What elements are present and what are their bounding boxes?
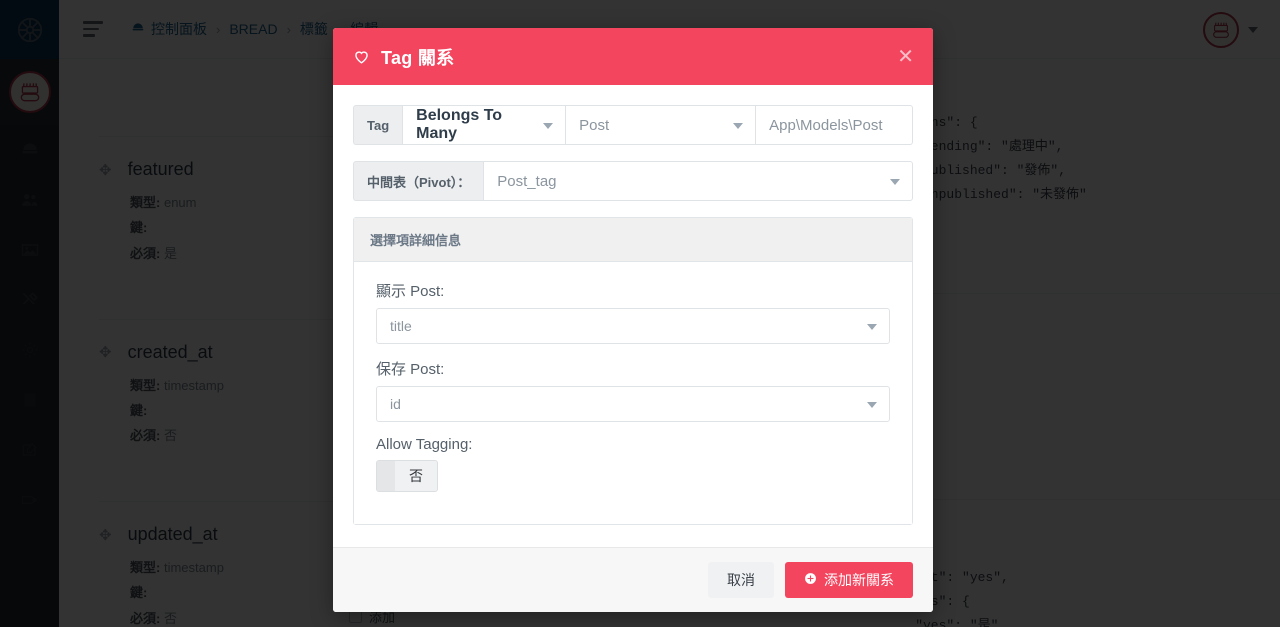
pivot-input-group: 中間表（Pivot）： Post_tag [353,161,913,201]
chevron-down-icon [867,402,877,408]
close-icon[interactable]: ✕ [897,47,914,67]
detail-panel: 選擇項詳細信息 顯示 Post: title 保存 Post: id Allow… [353,217,913,525]
toggle-knob [377,461,395,491]
chevron-down-icon [543,123,554,129]
store-field-value: id [390,396,401,412]
add-relationship-label: 添加新關系 [824,572,894,588]
chevron-down-icon [867,324,877,330]
store-field-label: 保存 Post: [376,361,445,378]
relation-model-value: Post [579,116,610,134]
detail-panel-body: 顯示 Post: title 保存 Post: id Allow Tagging… [354,262,912,524]
detail-panel-title: 選擇項詳細信息 [354,218,912,262]
relation-input-group: Tag Belongs To Many Post App\Models\Post [353,105,913,145]
cancel-button[interactable]: 取消 [708,562,774,598]
relation-class-input[interactable]: App\Models\Post [756,105,913,145]
pivot-table-value: Post_tag [497,172,557,190]
allow-tagging-label: Allow Tagging: [376,436,473,453]
relation-type-select[interactable]: Belongs To Many [402,105,567,145]
pivot-label: 中間表（Pivot）： [353,161,484,201]
store-field-select[interactable]: id [376,386,890,422]
modal-footer: 取消 添加新關系 [333,547,933,612]
plus-circle-icon [804,572,817,588]
allow-tagging-group: Allow Tagging: 否 [376,436,890,496]
heart-glyph-icon [355,51,368,64]
add-relationship-button[interactable]: 添加新關系 [785,562,913,598]
display-field-select[interactable]: title [376,308,890,344]
pivot-table-select[interactable]: Post_tag [483,161,913,201]
relation-class-value: App\Models\Post [769,116,883,134]
relation-source-label: Tag [353,105,403,145]
display-field-group: 顯示 Post: title [376,280,890,344]
relation-type-value: Belongs To Many [416,107,503,142]
chevron-down-icon [890,179,900,185]
plus-circle-glyph-icon [805,573,816,584]
heart-icon [352,47,371,66]
toggle-state-label: 否 [409,468,423,484]
chevron-down-icon [733,123,744,129]
allow-tagging-toggle[interactable]: 否 [376,460,438,492]
modal-title: Tag 關系 [381,47,455,68]
relation-model-select[interactable]: Post [566,105,757,145]
relationship-modal: Tag 關系 ✕ Tag Belongs To Many Post App\Mo… [333,28,933,612]
modal-body: Tag Belongs To Many Post App\Models\Post… [333,85,933,547]
store-field-group: 保存 Post: id [376,358,890,422]
display-field-value: title [390,318,412,334]
display-field-label: 顯示 Post: [376,283,445,300]
modal-header: Tag 關系 ✕ [333,28,933,85]
